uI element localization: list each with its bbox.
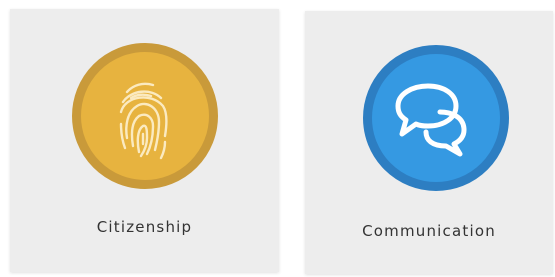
- citizenship-card[interactable]: Citizenship: [10, 9, 279, 272]
- communication-card[interactable]: Communication: [305, 11, 553, 274]
- communication-badge: [363, 45, 509, 191]
- citizenship-badge: [72, 43, 218, 189]
- citizenship-label: Citizenship: [96, 218, 193, 236]
- communication-label: Communication: [362, 222, 496, 240]
